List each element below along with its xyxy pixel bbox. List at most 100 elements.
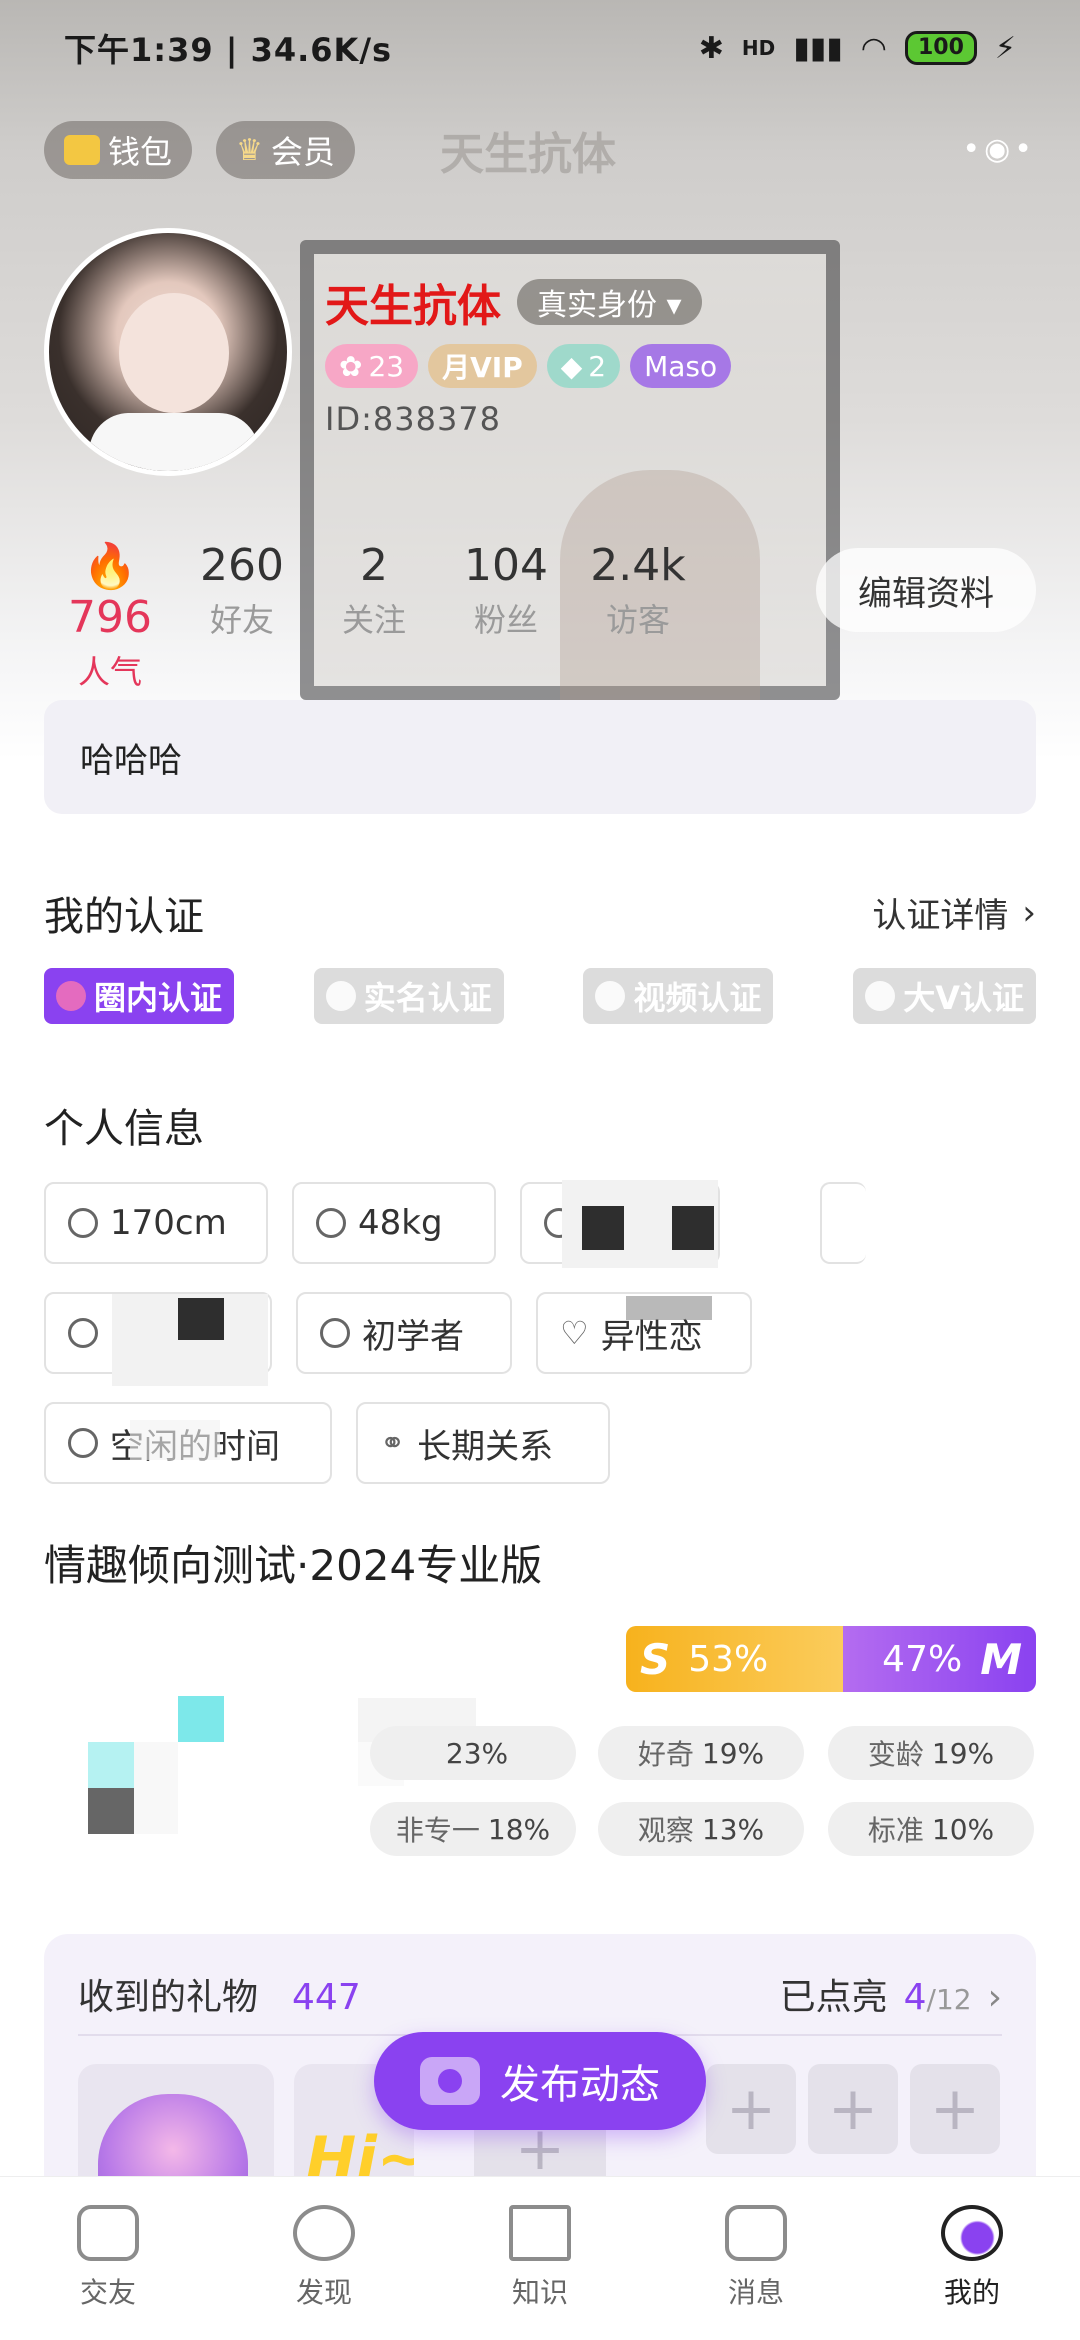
- stat-value: 2: [360, 540, 388, 591]
- tab-discover[interactable]: 发现: [216, 2177, 432, 2340]
- trait-label: 非专一: [395, 1814, 480, 1847]
- certification-detail-label: 认证详情: [872, 896, 1009, 936]
- gift-add-slot[interactable]: +: [808, 2064, 898, 2154]
- sm-ratio-bar[interactable]: S 53% 47% M: [626, 1626, 1036, 1692]
- bio-text: 哈哈哈: [80, 740, 182, 781]
- identity-dropdown[interactable]: 真实身份 ▾: [517, 279, 702, 325]
- signal-bars-icon: ▮▮▮: [793, 30, 843, 66]
- stat-followers[interactable]: 104 粉丝: [440, 540, 572, 693]
- wallet-button[interactable]: 钱包: [44, 121, 193, 179]
- heart-outline-icon: ♡: [560, 1314, 589, 1352]
- trait-chip: 观察 13%: [598, 1802, 804, 1856]
- stat-following[interactable]: 2 关注: [308, 540, 440, 693]
- cert-circle[interactable]: 圈内认证: [44, 968, 235, 1024]
- nickname: 天生抗体: [325, 281, 501, 332]
- top-nav: 钱包 ♛ 会员 天生抗体 •◉•: [0, 118, 1080, 182]
- chip-label: 长期关系: [417, 1426, 554, 1467]
- redaction-pixel: [178, 1298, 224, 1340]
- cert-bigv[interactable]: 大V认证: [853, 968, 1036, 1024]
- more-dots-icon[interactable]: •◉•: [962, 132, 1036, 167]
- gem-badge[interactable]: ◆ 2: [546, 344, 621, 388]
- tab-label: 消息: [727, 2276, 784, 2309]
- cert-label: 大V认证: [903, 979, 1024, 1017]
- stat-label: 访客: [605, 601, 670, 639]
- chip-relationship: ⚭ 长期关系: [356, 1402, 610, 1484]
- s-segment: S 53%: [626, 1626, 844, 1692]
- level-badge[interactable]: ✿ 23: [325, 344, 419, 388]
- trait-chip: 标准 10%: [828, 1802, 1034, 1856]
- planet-icon: [293, 2205, 355, 2261]
- stat-value: 796: [68, 592, 152, 643]
- redaction-pixel: [178, 1696, 224, 1742]
- rings-icon: ⚭: [380, 1425, 406, 1461]
- tab-label: 我的: [943, 2276, 1000, 2309]
- stats-row: 🔥796 人气 260 好友 2 关注 104 粉丝 2.4k 访客: [44, 540, 704, 693]
- camera-icon: [420, 2057, 480, 2105]
- cert-realname[interactable]: 实名认证: [313, 968, 504, 1024]
- chip-weight: 48kg: [292, 1182, 496, 1264]
- gift-lit-total: /12: [926, 1983, 972, 2016]
- trait-label: 变龄: [867, 1738, 924, 1771]
- wallet-label: 钱包: [108, 133, 173, 171]
- wallet-icon: [64, 135, 100, 165]
- gift-header: 收到的礼物 447: [78, 1968, 361, 2020]
- tab-friends[interactable]: 交友: [0, 2177, 216, 2340]
- publish-button[interactable]: 发布动态: [374, 2032, 706, 2130]
- tab-knowledge[interactable]: 知识: [432, 2177, 648, 2340]
- stat-label: 人气: [77, 653, 142, 691]
- stat-visitors[interactable]: 2.4k 访客: [572, 540, 704, 693]
- tab-me[interactable]: 我的: [864, 2177, 1080, 2340]
- cert-video[interactable]: 视频认证: [583, 968, 774, 1024]
- clock-icon: [68, 1428, 98, 1458]
- stat-value: 2.4k: [590, 540, 686, 591]
- status-icons: ✱ HD ▮▮▮ ◠ 100 ⚡: [699, 31, 1016, 66]
- mask-icon: [865, 981, 896, 1011]
- ruler-icon: [68, 1208, 98, 1238]
- redaction-pixel: [626, 1296, 712, 1320]
- vip-button[interactable]: ♛ 会员: [216, 121, 355, 179]
- vip-badge[interactable]: 月VIP: [428, 344, 537, 388]
- cert-label: 实名认证: [363, 979, 492, 1017]
- vip-label: 会员: [270, 133, 335, 171]
- test-title: 情趣倾向测试·2024专业版: [44, 1541, 543, 1590]
- bottom-tab-bar: 交友 发现 知识 消息 我的: [0, 2176, 1080, 2340]
- certification-detail-link[interactable]: 认证详情 ›: [872, 888, 1036, 937]
- m-letter: M: [980, 1634, 1022, 1684]
- gift-add-slot[interactable]: +: [910, 2064, 1000, 2154]
- person-icon: [325, 981, 356, 1011]
- trait-chip: 非专一 18%: [370, 1802, 576, 1856]
- level-icon: ✿: [339, 349, 363, 383]
- gem-icon: ◆: [560, 349, 583, 383]
- crown-icon: ♛: [236, 132, 263, 168]
- role-tag-badge[interactable]: Maso: [630, 344, 732, 388]
- chevron-right-icon: ›: [987, 1977, 1002, 2018]
- cert-label: 视频认证: [633, 979, 762, 1017]
- trait-percent: 13%: [701, 1812, 765, 1846]
- bio-box[interactable]: 哈哈哈: [44, 700, 1036, 814]
- badge-row: ✿ 23 月VIP ◆ 2 Maso: [325, 344, 732, 388]
- stat-popularity[interactable]: 🔥796 人气: [44, 540, 176, 693]
- gift-lit-link[interactable]: 已点亮 4/12 ›: [780, 1968, 1002, 2020]
- trait-label: 标准: [867, 1814, 924, 1847]
- wifi-icon: ◠: [860, 30, 887, 66]
- stat-friends[interactable]: 260 好友: [176, 540, 308, 693]
- gift-title: 收到的礼物: [78, 1977, 259, 2018]
- tab-messages[interactable]: 消息: [648, 2177, 864, 2340]
- gift-add-slot[interactable]: +: [706, 2064, 796, 2154]
- nav-title: 天生抗体: [440, 129, 616, 180]
- chevron-right-icon: ›: [1022, 892, 1036, 933]
- chip-label: 48kg: [358, 1203, 443, 1243]
- trait-percent: 19%: [701, 1736, 765, 1770]
- gift-lit-num: 4: [903, 1977, 927, 2018]
- certification-title: 我的认证: [44, 894, 204, 940]
- heart-icon: [56, 981, 86, 1011]
- chip-label: 初学者: [362, 1316, 464, 1357]
- book-icon: [509, 2205, 571, 2261]
- avatar[interactable]: [44, 228, 292, 476]
- signal-icon: HD: [741, 36, 776, 60]
- m-percent: 47%: [882, 1638, 963, 1680]
- trait-label: 好奇: [637, 1738, 694, 1771]
- edit-profile-button[interactable]: 编辑资料: [816, 548, 1036, 632]
- redaction-pixel: [134, 1742, 178, 1834]
- s-percent: 53%: [688, 1638, 769, 1680]
